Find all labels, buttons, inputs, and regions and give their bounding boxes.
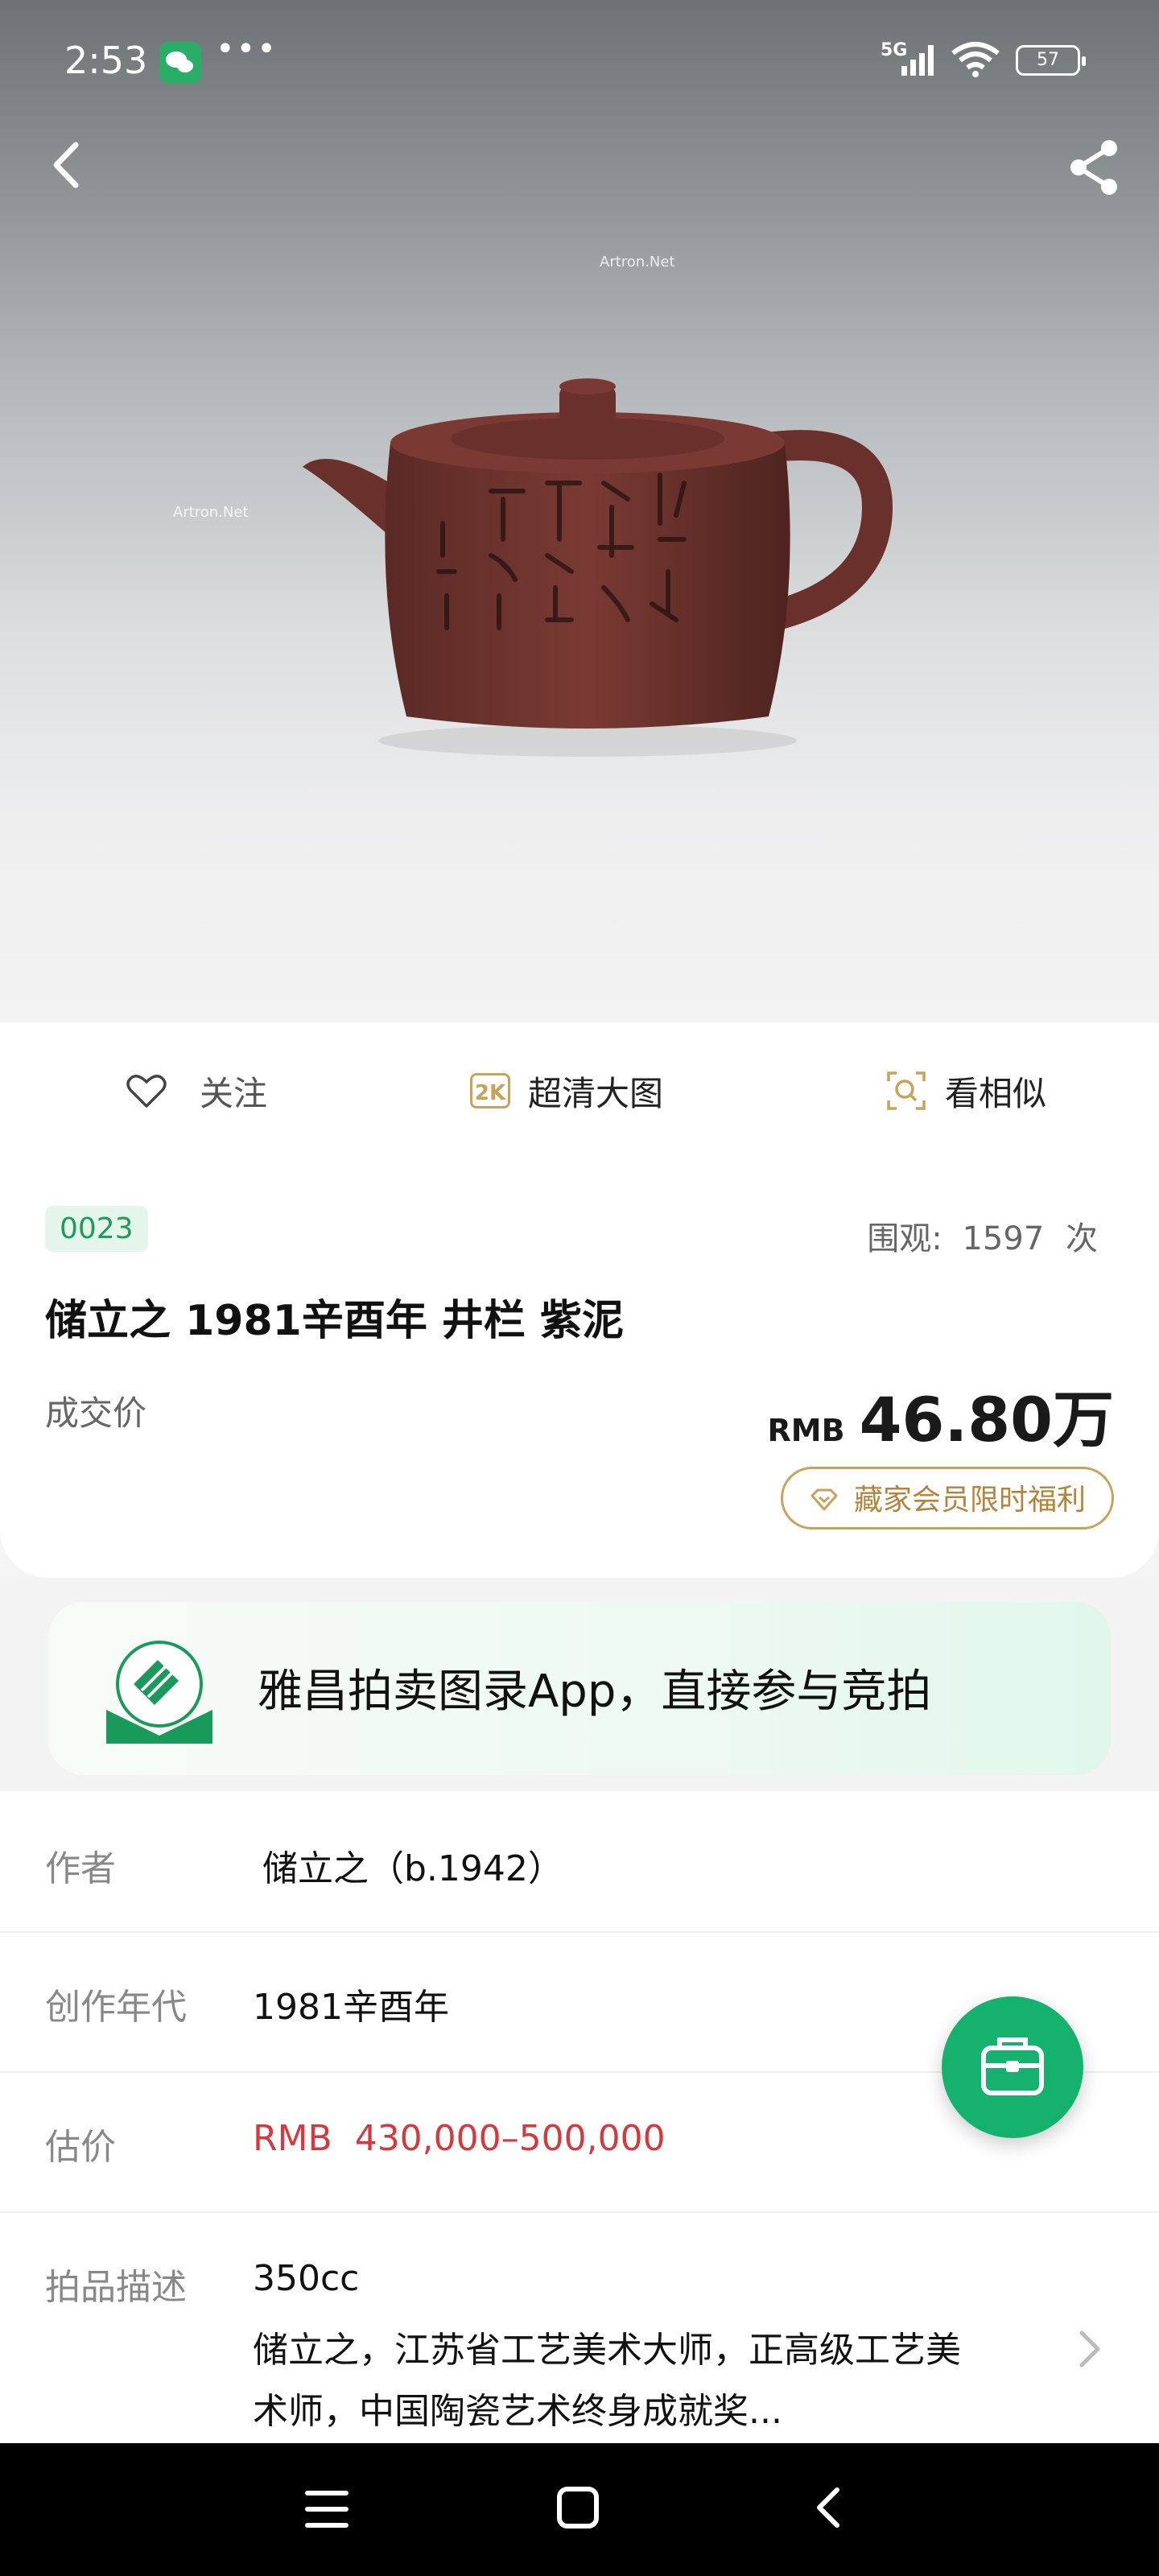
status-time: 2:53 (64, 39, 148, 82)
sold-price-label: 成交价 (45, 1393, 147, 1433)
hd-2k-icon: 2K (470, 1073, 510, 1108)
vip-label: 藏家会员限时福利 (853, 1484, 1086, 1517)
views-unit: 次 (1066, 1220, 1098, 1257)
banner-text: 雅昌拍卖图录App，直接参与竞拍 (258, 1666, 932, 1718)
wechat-icon (159, 42, 201, 84)
price-value: 46.80万 (859, 1384, 1114, 1455)
detail-row-author: 作者 储立之（b.1942） (0, 1791, 1159, 1933)
back-nav-icon[interactable] (810, 2485, 845, 2530)
detail-key: 拍品描述 (45, 2267, 187, 2308)
app-promo-banner[interactable]: 雅昌拍卖图录App，直接参与竞拍 (48, 1602, 1111, 1775)
more-notifications-icon: ••• (216, 31, 278, 68)
detail-value: 储立之（b.1942） (262, 1848, 563, 1889)
similar-label: 看相似 (945, 1073, 1047, 1113)
home-icon[interactable] (555, 2485, 600, 2530)
follow-button[interactable]: 关注 (126, 1067, 267, 1115)
artron-app-logo (106, 1641, 212, 1744)
watermark: Artron.Net (173, 504, 249, 521)
detail-value: 1981辛酉年 (253, 1987, 449, 2028)
similar-button[interactable]: 看相似 (885, 1067, 1046, 1115)
detail-key: 作者 (45, 1848, 116, 1889)
detail-key: 创作年代 (45, 1987, 187, 2028)
lot-number-badge: 0023 (45, 1206, 148, 1252)
vip-benefit-button[interactable]: 藏家会员限时福利 (780, 1467, 1114, 1530)
detail-desc-line: 术师，中国陶瓷艺术终身成就奖... (253, 2391, 782, 2432)
detail-value: 350cc (253, 2258, 360, 2299)
toolbox-fab[interactable] (942, 1996, 1083, 2138)
follow-label: 关注 (200, 1073, 268, 1113)
detail-key: 估价 (45, 2127, 116, 2168)
system-nav-bar (0, 2443, 1159, 2576)
similar-search-icon (887, 1071, 926, 1110)
detail-desc-line: 储立之，江苏省工艺美术大师，正高级工艺美 (253, 2330, 961, 2371)
share-icon[interactable] (1064, 137, 1125, 198)
menu-icon[interactable] (304, 2488, 349, 2530)
sold-price: RMB 46.80万 (768, 1370, 1114, 1459)
briefcase-icon (981, 2037, 1044, 2095)
teapot-image (303, 378, 893, 757)
chevron-right-icon[interactable] (1074, 2325, 1106, 2373)
watermark: Artron.Net (600, 254, 675, 270)
hd-label: 超清大图 (528, 1073, 664, 1113)
diamond-icon (810, 1488, 838, 1511)
battery-icon: 57 (1016, 45, 1086, 76)
detail-row-description[interactable]: 拍品描述 350cc 储立之，江苏省工艺美术大师，正高级工艺美 术师，中国陶瓷艺… (0, 2211, 1159, 2443)
status-bar: 2:53 ••• 5G 57 (0, 0, 1159, 121)
lot-info-card: 0023 围观: 1597 次 储立之 1981辛酉年 井栏 紫泥 成交价 RM… (0, 1159, 1159, 1578)
price-currency: RMB (767, 1413, 845, 1448)
views-label: 围观: (867, 1220, 942, 1257)
detail-value-estimate: RMB 430,000–500,000 (253, 2118, 666, 2159)
action-bar: 关注 2K 超清大图 看相似 (0, 1022, 1159, 1161)
views-count: 1597 (962, 1220, 1045, 1257)
back-icon[interactable] (39, 137, 95, 193)
hero-image[interactable]: 2:53 ••• 5G 57 Artron.Net Artron.Net (0, 0, 1159, 1022)
signal-icon (901, 45, 934, 76)
hd-image-button[interactable]: 2K 超清大图 (470, 1067, 663, 1115)
wifi-icon (951, 42, 1000, 77)
view-count: 围观: 1597 次 (867, 1212, 1098, 1259)
heart-icon (126, 1075, 167, 1108)
lot-title: 储立之 1981辛酉年 井栏 紫泥 (45, 1297, 625, 1345)
